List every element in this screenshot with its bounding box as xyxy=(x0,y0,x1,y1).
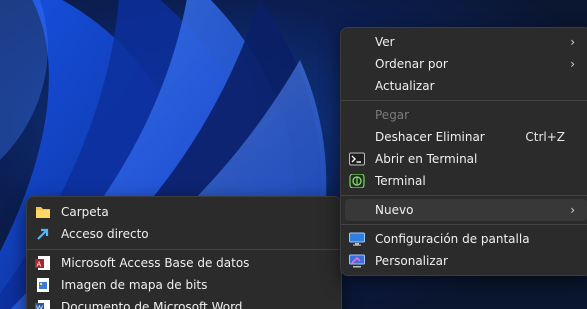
menu-item-deshacer-eliminar[interactable]: Deshacer Eliminar Ctrl+Z xyxy=(345,126,587,148)
menu-item-label: Ver xyxy=(375,35,395,49)
menu-item-label: Ordenar por xyxy=(375,57,448,71)
menu-item-label: Abrir en Terminal xyxy=(375,152,478,166)
menu-item-label: Actualizar xyxy=(375,79,435,93)
chevron-right-icon: › xyxy=(570,203,575,217)
shortcut-arrow-icon xyxy=(37,228,49,240)
menu-item-label: Acceso directo xyxy=(61,227,149,241)
terminal-app-icon xyxy=(349,174,365,188)
menu-item-ver[interactable]: Ver › xyxy=(345,31,587,53)
menu-item-label: Nuevo xyxy=(375,203,414,217)
menu-item-bitmap-image[interactable]: Imagen de mapa de bits xyxy=(31,274,337,296)
menu-item-label: Microsoft Access Base de datos xyxy=(61,256,250,270)
menu-item-terminal[interactable]: Terminal xyxy=(345,170,587,192)
menu-item-pegar[interactable]: Pegar xyxy=(345,104,587,126)
shortcut-text: Ctrl+Z xyxy=(525,130,565,144)
menu-item-access-database[interactable]: A Microsoft Access Base de datos xyxy=(31,252,337,274)
desktop[interactable]: Carpeta Acceso directo A Microsoft Acces… xyxy=(0,0,587,309)
bitmap-image-icon xyxy=(37,278,49,292)
menu-item-nuevo[interactable]: Nuevo › xyxy=(345,199,587,221)
chevron-right-icon: › xyxy=(570,35,575,49)
menu-item-label: Deshacer Eliminar xyxy=(375,130,485,144)
menu-item-actualizar[interactable]: Actualizar xyxy=(345,75,587,97)
menu-item-configuracion-pantalla[interactable]: Configuración de pantalla xyxy=(345,228,587,250)
menu-item-carpeta[interactable]: Carpeta xyxy=(31,201,337,223)
menu-item-ordenar-por[interactable]: Ordenar por › xyxy=(345,53,587,75)
word-document-icon: W xyxy=(35,300,50,309)
menu-item-acceso-directo[interactable]: Acceso directo xyxy=(31,223,337,245)
folder-icon xyxy=(36,207,50,218)
menu-item-label: Documento de Microsoft Word xyxy=(61,300,243,309)
menu-item-label: Pegar xyxy=(375,108,410,122)
access-database-icon: A xyxy=(35,256,50,270)
svg-text:A: A xyxy=(37,261,42,269)
menu-item-word-document[interactable]: W Documento de Microsoft Word xyxy=(31,296,337,309)
menu-item-label: Carpeta xyxy=(61,205,109,219)
menu-item-abrir-en-terminal[interactable]: Abrir en Terminal xyxy=(345,148,587,170)
new-submenu: Carpeta Acceso directo A Microsoft Acces… xyxy=(26,196,342,309)
chevron-right-icon: › xyxy=(570,57,575,71)
desktop-context-menu: Ver › Ordenar por › Actualizar Pegar Des… xyxy=(340,27,587,276)
terminal-prompt-icon xyxy=(349,152,365,166)
menu-item-label: Terminal xyxy=(375,174,426,188)
menu-item-label: Personalizar xyxy=(375,254,448,268)
svg-text:W: W xyxy=(36,305,43,309)
menu-separator xyxy=(27,249,341,250)
menu-separator xyxy=(341,195,587,196)
menu-item-label: Imagen de mapa de bits xyxy=(61,278,208,292)
menu-item-label: Configuración de pantalla xyxy=(375,232,530,246)
display-settings-icon xyxy=(349,232,365,246)
menu-separator xyxy=(341,100,587,101)
menu-separator xyxy=(341,224,587,225)
menu-item-personalizar[interactable]: Personalizar xyxy=(345,250,587,272)
personalize-icon xyxy=(349,254,365,268)
